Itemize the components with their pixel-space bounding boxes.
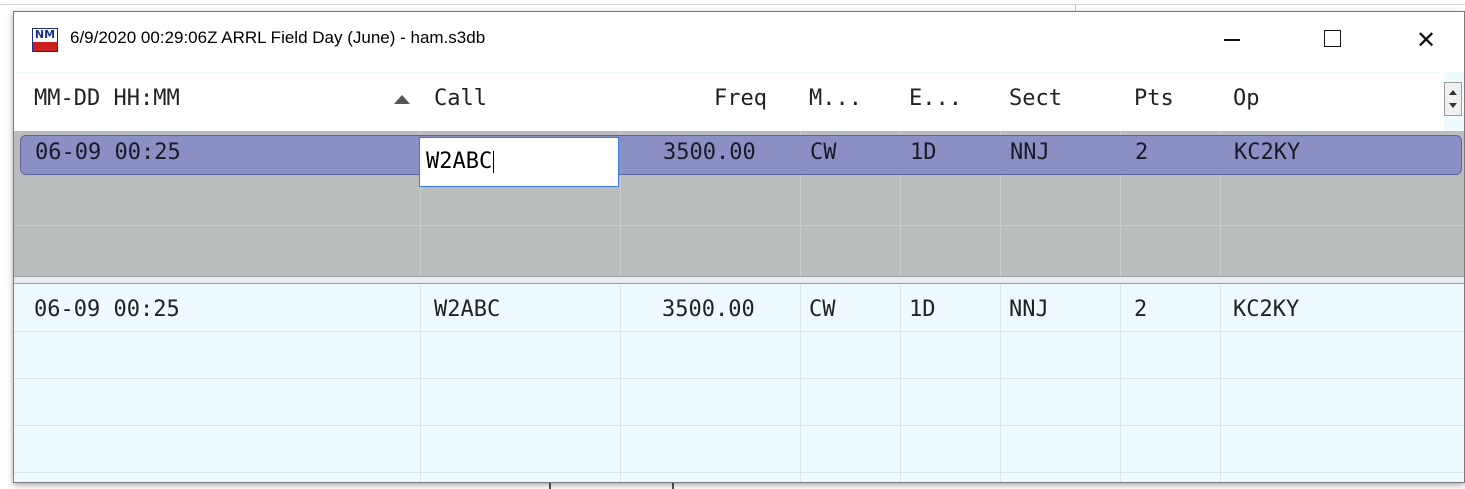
background-divider	[672, 482, 674, 489]
log-pane: 06-09 00:25 W2ABC 3500.00 CW 1D NNJ 2 KC…	[14, 284, 1464, 482]
entry-datetime[interactable]: 06-09 00:25	[35, 140, 181, 165]
column-header-operator[interactable]: Op	[1233, 86, 1260, 111]
minimize-icon	[1224, 39, 1240, 41]
entry-section[interactable]: NNJ	[1010, 140, 1050, 165]
log-window: NM 6/9/2020 00:29:06Z ARRL Field Day (Ju…	[13, 11, 1465, 483]
column-header-call[interactable]: Call	[434, 86, 487, 111]
column-header: MM-DD HH:MM Call Freq M... E... Sect Pts…	[14, 73, 1444, 131]
entry-exchange[interactable]: 1D	[910, 140, 937, 165]
log-datetime[interactable]: 06-09 00:25	[34, 297, 180, 322]
column-header-freq[interactable]: Freq	[714, 86, 767, 111]
background-window-edge	[0, 4, 1465, 5]
column-header-exchange[interactable]: E...	[909, 86, 962, 111]
log-points[interactable]: 2	[1134, 297, 1147, 322]
background-divider	[549, 482, 551, 489]
log-mode[interactable]: CW	[809, 297, 836, 322]
minimize-button[interactable]	[1212, 20, 1252, 60]
scroll-up-icon[interactable]	[1449, 90, 1457, 95]
log-section[interactable]: NNJ	[1009, 297, 1049, 322]
call-input-value: W2ABC	[426, 149, 493, 174]
table-row[interactable]: 06-09 00:25 W2ABC 3500.00 CW 1D NNJ 2 KC…	[14, 284, 1464, 331]
log-operator[interactable]: KC2KY	[1233, 297, 1299, 322]
entry-row[interactable]: 06-09 00:25 3500.00 CW 1D NNJ 2 KC2KY	[20, 135, 1462, 175]
window-title: 6/9/2020 00:29:06Z ARRL Field Day (June)…	[70, 28, 486, 47]
column-header-datetime[interactable]: MM-DD HH:MM	[34, 86, 180, 111]
pane-splitter[interactable]	[14, 276, 1464, 284]
entry-points[interactable]: 2	[1135, 140, 1148, 165]
log-freq[interactable]: 3500.00	[662, 297, 755, 322]
close-icon: ✕	[1415, 26, 1437, 54]
close-button[interactable]: ✕	[1406, 20, 1446, 60]
text-caret	[493, 151, 495, 173]
entry-mode[interactable]: CW	[810, 140, 837, 165]
app-logo-icon[interactable]: NM	[32, 28, 58, 52]
column-header-section[interactable]: Sect	[1009, 86, 1062, 111]
column-header-mode[interactable]: M...	[809, 86, 862, 111]
log-exchange[interactable]: 1D	[909, 297, 936, 322]
call-input[interactable]: W2ABC	[419, 137, 619, 187]
entry-pane: 06-09 00:25 3500.00 CW 1D NNJ 2 KC2KY W2…	[14, 131, 1464, 276]
column-header-points[interactable]: Pts	[1134, 86, 1174, 111]
scroll-down-icon[interactable]	[1449, 103, 1457, 108]
sort-ascending-icon	[394, 95, 410, 104]
scroll-spinner[interactable]	[1444, 82, 1462, 116]
maximize-button[interactable]	[1312, 20, 1352, 60]
entry-freq[interactable]: 3500.00	[663, 140, 756, 165]
log-call[interactable]: W2ABC	[434, 297, 500, 322]
maximize-icon	[1323, 29, 1341, 47]
title-bar[interactable]: NM 6/9/2020 00:29:06Z ARRL Field Day (Ju…	[14, 12, 1464, 72]
entry-operator[interactable]: KC2KY	[1234, 140, 1300, 165]
